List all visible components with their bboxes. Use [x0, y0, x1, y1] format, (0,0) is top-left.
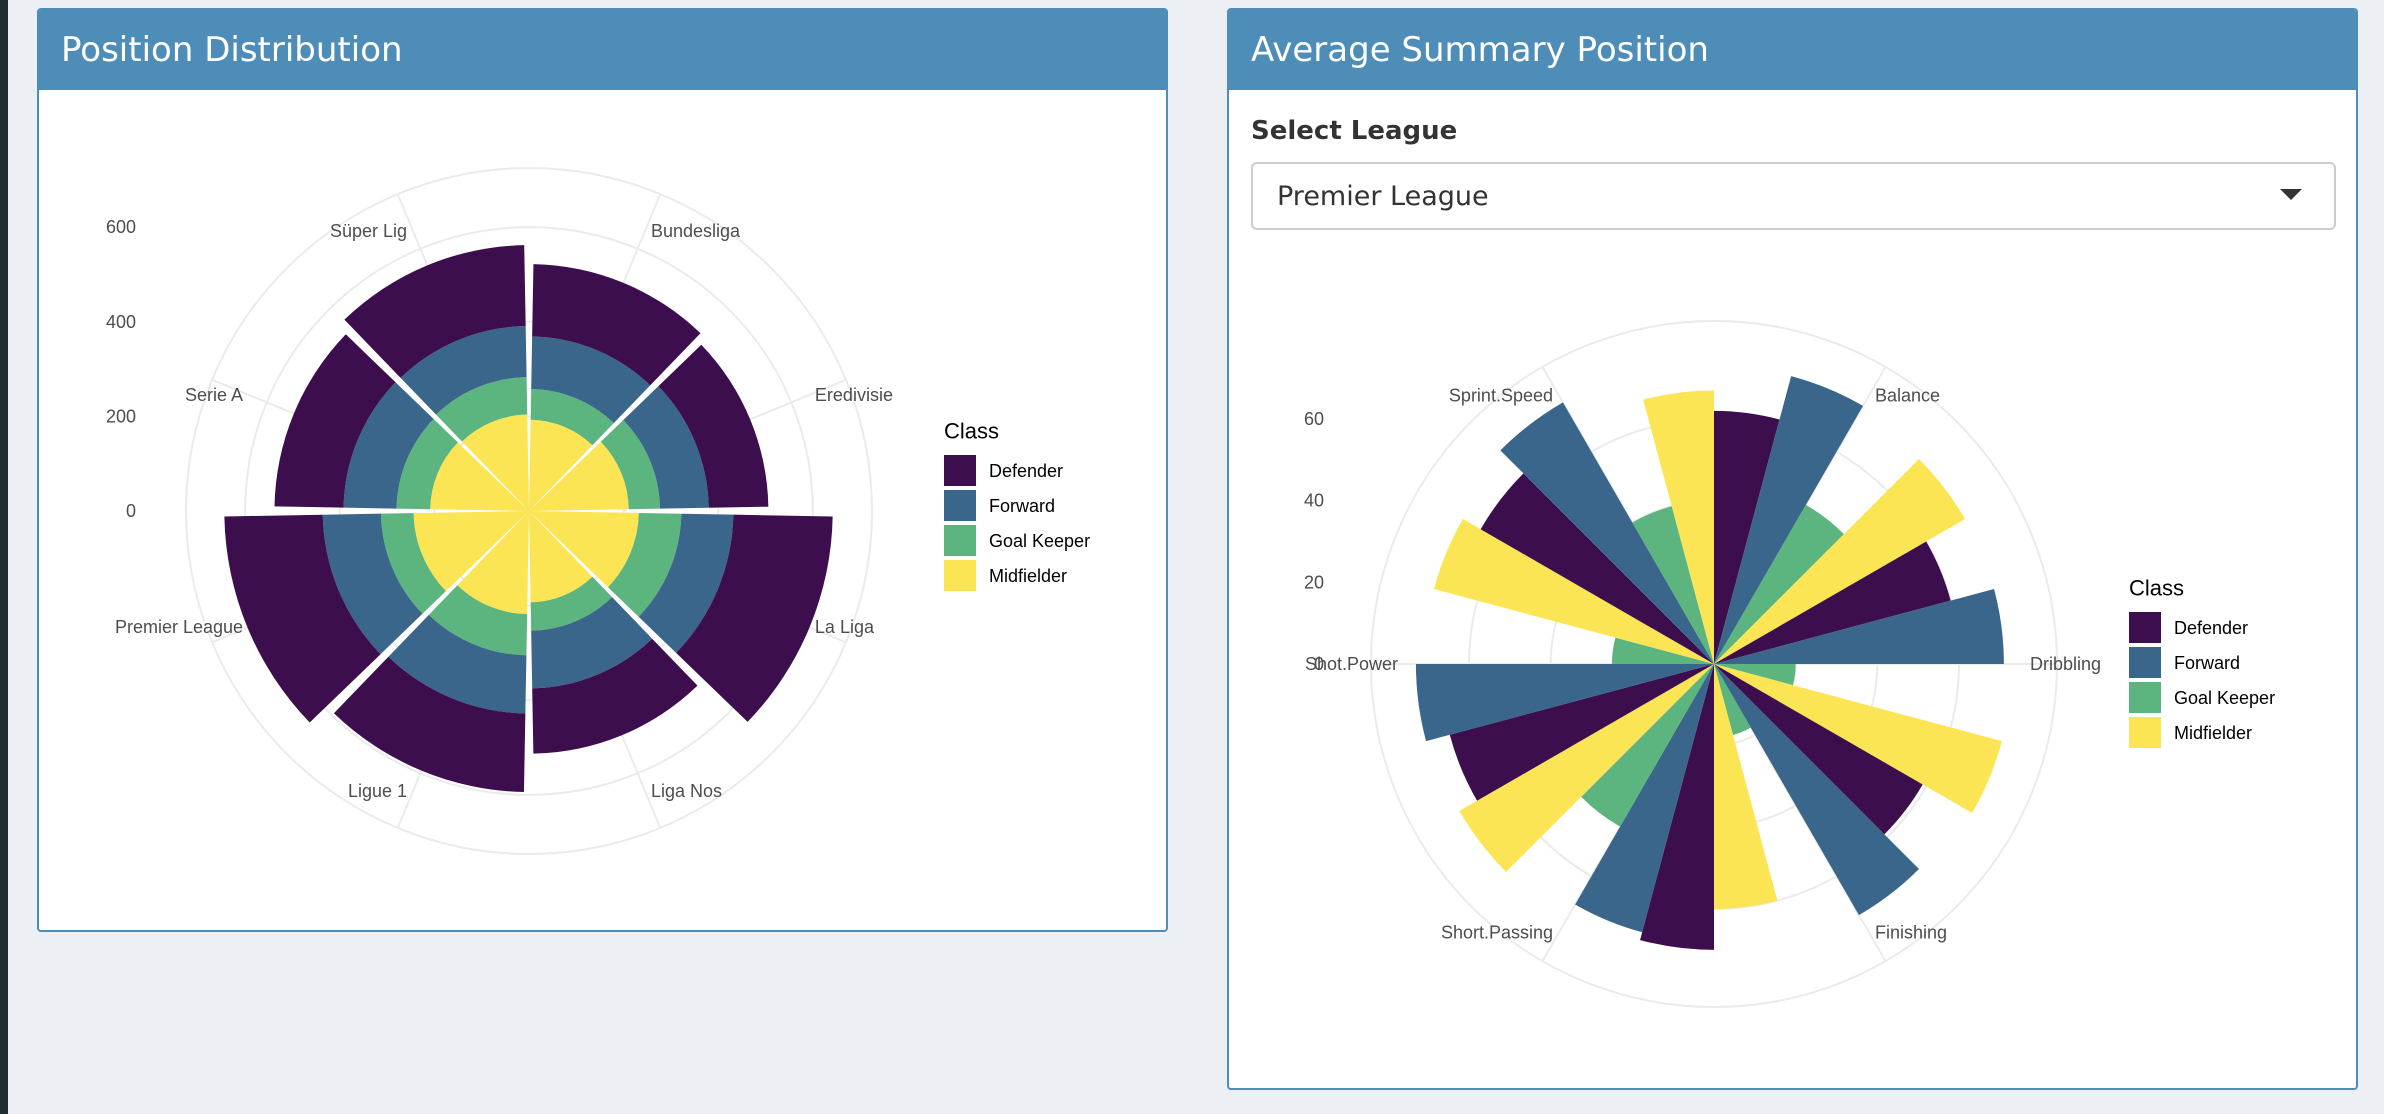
legend-label-midfielder: Midfielder	[2174, 723, 2252, 743]
league-select-value: Premier League	[1277, 180, 1489, 212]
legend-swatch-forward	[944, 490, 976, 521]
y-tick-labels: 0 20 40 60	[1304, 409, 1324, 674]
legend-label-defender: Defender	[2174, 618, 2248, 638]
y-tick-label: 400	[106, 312, 136, 332]
legend-title: Class	[944, 419, 999, 444]
bars	[224, 245, 833, 792]
legend-swatch-midfielder	[2129, 717, 2161, 748]
category-label: Balance	[1875, 386, 1940, 406]
legend-label-goal-keeper: Goal Keeper	[2174, 688, 2275, 708]
category-label: Finishing	[1875, 922, 1947, 942]
panel-header: Position Distribution	[39, 10, 1166, 90]
category-label: Sprint.Speed	[1449, 386, 1553, 406]
select-league-label: Select League	[1251, 116, 1458, 146]
category-label: Dribbling	[2030, 654, 2101, 674]
chevron-down-icon[interactable]	[2280, 189, 2302, 200]
y-tick-label: 20	[1304, 572, 1324, 592]
panel-title: Position Distribution	[61, 30, 403, 70]
legend-label-midfielder: Midfielder	[989, 566, 1067, 586]
category-label: Süper Lig	[330, 221, 407, 241]
position-distribution-panel: Position Distribution Bundesliga Eredivis…	[37, 8, 1168, 932]
legend-swatch-goal-keeper	[944, 525, 976, 556]
legend-swatch-midfielder	[944, 560, 976, 591]
category-label: Premier League	[115, 617, 243, 637]
y-tick-label: 0	[126, 501, 136, 521]
sidebar-edge	[0, 0, 8, 1114]
y-tick-label: 60	[1304, 409, 1324, 429]
legend-swatch-goal-keeper	[2129, 682, 2161, 713]
category-label: Bundesliga	[651, 221, 741, 241]
panel-title: Average Summary Position	[1251, 30, 1709, 70]
legend-label-forward: Forward	[989, 496, 1055, 516]
y-tick-label: 40	[1304, 491, 1324, 511]
league-select[interactable]: Premier League	[1251, 162, 2336, 230]
legend-label-forward: Forward	[2174, 653, 2240, 673]
average-summary-chart: BalanceDribblingFinishingShort.PassingSh…	[1304, 320, 2275, 1008]
category-label: La Liga	[815, 617, 875, 637]
category-label: Liga Nos	[651, 781, 722, 801]
category-label: Ligue 1	[348, 781, 407, 801]
category-label: Short.Passing	[1441, 922, 1553, 942]
average-summary-panel: Average Summary Position Select League P…	[1227, 8, 2358, 1090]
y-tick-label: 600	[106, 217, 136, 237]
legend-swatch-defender	[2129, 612, 2161, 643]
legend-swatch-forward	[2129, 647, 2161, 678]
position-distribution-chart: Bundesliga Eredivisie La Liga Liga Nos Ligue…	[106, 167, 1090, 855]
y-tick-labels: 0 200 400 600	[106, 217, 136, 521]
category-label: Eredivisie	[815, 385, 893, 405]
legend: Class Defender Forward Goal Keeper Midfielde…	[944, 419, 1090, 591]
legend: Class Defender Forward Goal Keeper Midfielde…	[2129, 576, 2275, 748]
legend-title: Class	[2129, 576, 2184, 601]
y-tick-label: 200	[106, 406, 136, 426]
legend-swatch-defender	[944, 455, 976, 486]
bars	[1415, 376, 2004, 950]
legend-label-defender: Defender	[989, 461, 1063, 481]
legend-label-goal-keeper: Goal Keeper	[989, 531, 1090, 551]
category-label: Serie A	[185, 385, 243, 405]
y-tick-label: 0	[1314, 654, 1324, 674]
panel-header: Average Summary Position	[1229, 10, 2356, 90]
